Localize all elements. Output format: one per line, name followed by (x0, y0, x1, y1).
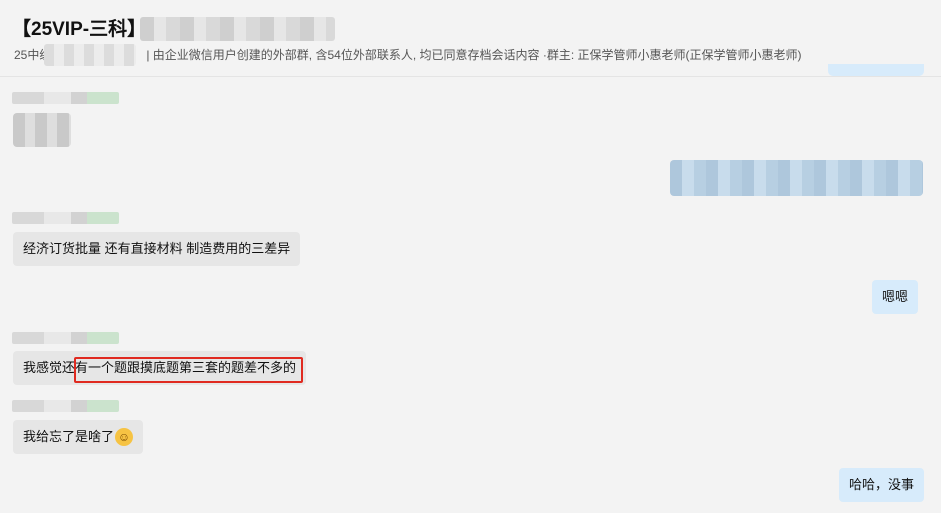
message-bubble-out[interactable]: 嗯嗯 (872, 280, 919, 314)
sender-name-redacted (12, 212, 119, 224)
previous-message-edge (828, 64, 924, 76)
redacted-subtitle (44, 44, 136, 66)
message-bubble[interactable]: 我给忘了是啥了 ☺ (13, 420, 144, 454)
sender-name-redacted (12, 400, 119, 412)
highlight-box (74, 357, 303, 383)
message-bubble[interactable]: 经济订货批量 还有直接材料 制造费用的三差异 (13, 232, 301, 266)
message-text: 我给忘了是啥了 (23, 429, 115, 444)
subtitle-info: | 由企业微信用户创建的外部群, 含54位外部联系人, 均已同意存档会话内容 ·… (146, 48, 802, 62)
laughing-tears-emoji-icon: ☺ (115, 428, 134, 446)
group-title[interactable]: 【25VIP-三科】 (12, 18, 146, 42)
message-bubble-out[interactable]: 哈哈，没事 (839, 468, 925, 502)
message-text: 哈哈，没事 (849, 477, 915, 492)
redacted-group-name (140, 17, 335, 41)
message-text: 经济订货批量 还有直接材料 制造费用的三差异 (23, 241, 291, 256)
sender-name-redacted (12, 332, 119, 344)
message-text: 嗯嗯 (882, 289, 909, 304)
message-bubble-redacted-out[interactable] (670, 160, 923, 196)
sender-name-redacted (12, 92, 119, 104)
message-bubble-redacted[interactable] (13, 113, 71, 147)
chat-header: 【25VIP-三科】 25中级 | 由企业微信用户创建的外部群, 含54位外部联系… (0, 0, 941, 77)
